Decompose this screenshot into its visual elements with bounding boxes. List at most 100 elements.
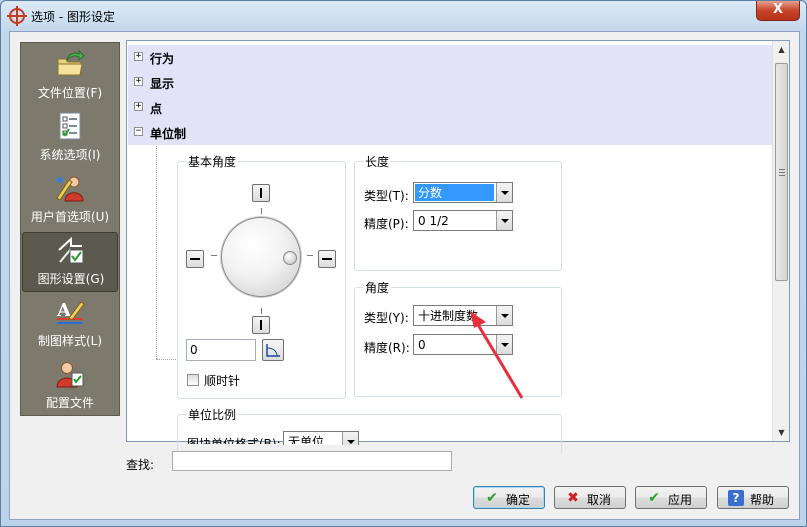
scroll-up-icon[interactable]: ▲ [773, 41, 790, 58]
crosshair-icon [7, 6, 27, 26]
title-bar: 选项 - 图形设定 X [1, 1, 806, 31]
group-title: 单位比例 [186, 406, 239, 423]
ok-label: 确定 [506, 493, 531, 507]
tree-node-behavior[interactable]: + 行为 [128, 45, 773, 70]
dialog-client-area: 文件位置(F) 系统选项(I) 用户首选项(U) 图形设置(G) A 制图样式(… [9, 31, 800, 520]
length-type-label: 类型(T): [364, 189, 409, 203]
length-precision-select[interactable]: 0 1/2 [413, 210, 513, 231]
tree-node-point[interactable]: + 点 [128, 95, 773, 120]
window-title: 选项 - 图形设定 [31, 10, 115, 24]
group-title: 角度 [363, 279, 392, 296]
apply-check-icon: ✔ [648, 490, 660, 506]
length-precision-label: 精度(P): [364, 217, 409, 231]
angle-precision-select[interactable]: 0 [413, 334, 513, 355]
options-dialog: 选项 - 图形设定 X 文件位置(F) 系统选项(I) 用户首选项(U) 图形设… [0, 0, 807, 527]
ok-button[interactable]: ✔ 确定 [473, 486, 545, 509]
nav-item-system-options[interactable]: 系统选项(I) [22, 109, 118, 169]
nav-label: 制图样式(L) [37, 334, 103, 348]
length-type-select[interactable]: 分数 [413, 182, 513, 203]
tree-node-display[interactable]: + 显示 [128, 70, 773, 95]
chevron-down-icon[interactable] [496, 306, 512, 325]
nav-item-file-locations[interactable]: 文件位置(F) [22, 47, 118, 107]
category-nav: 文件位置(F) 系统选项(I) 用户首选项(U) 图形设置(G) A 制图样式(… [20, 42, 120, 416]
graphics-settings-icon [58, 236, 84, 264]
nav-label: 系统选项(I) [39, 148, 101, 162]
x-icon: ✖ [567, 490, 579, 506]
close-button[interactable]: X [756, 1, 800, 21]
nav-item-drawing-style[interactable]: A 制图样式(L) [22, 295, 118, 355]
help-button[interactable]: ? 帮助 [717, 486, 789, 509]
angle-type-value: 十进制度数 [418, 309, 479, 323]
nav-label: 用户首选项(U) [30, 210, 110, 224]
grip-icon [779, 169, 785, 176]
checkmark-icon: ✔ [486, 490, 498, 506]
expand-toggle[interactable]: + [134, 77, 143, 86]
user-profile-icon [56, 362, 84, 388]
base-angle-input[interactable]: 0 [186, 339, 256, 361]
angle-dial[interactable] [221, 217, 301, 297]
collapse-toggle[interactable]: − [134, 127, 143, 136]
tree-node-label: 单位制 [150, 127, 187, 141]
nav-label: 图形设置(G) [37, 272, 105, 286]
cancel-button[interactable]: ✖ 取消 [554, 486, 626, 509]
angle-270-button[interactable] [252, 316, 270, 334]
chevron-down-icon[interactable] [496, 211, 512, 230]
unit-scale-group: 单位比例 图块单位格式(B): 无单位 [177, 406, 562, 454]
help-label: 帮助 [750, 493, 775, 507]
angle-pick-button[interactable] [262, 339, 284, 361]
clockwise-label: 顺时针 [204, 374, 241, 388]
angle-180-button[interactable] [186, 250, 204, 268]
angle-pick-icon [266, 344, 280, 357]
scrollbar-thumb[interactable] [775, 63, 788, 281]
expand-toggle[interactable]: + [134, 52, 143, 61]
folder-arrow-icon [57, 50, 85, 76]
dial-tick [261, 208, 262, 214]
help-icon: ? [728, 490, 744, 506]
angle-precision-label: 精度(R): [364, 341, 410, 355]
angle-0-button[interactable] [318, 250, 336, 268]
nav-item-user-preferences[interactable]: 用户首选项(U) [22, 171, 118, 231]
block-unit-format-value: 无单位 [288, 435, 325, 444]
tree-node-label: 显示 [150, 77, 175, 91]
angle-90-button[interactable] [252, 184, 270, 202]
dial-tick [211, 255, 217, 256]
tree-node-label: 点 [150, 102, 163, 116]
apply-button[interactable]: ✔ 应用 [635, 486, 707, 509]
base-angle-group: 基本角度 0 顺时针 [177, 153, 346, 399]
expand-toggle[interactable]: + [134, 102, 143, 111]
dial-tick [261, 308, 262, 314]
settings-panel: + 行为 + 显示 + 点 − 单位制 基本角度 0 顺时针 长度 类型(T):… [126, 40, 790, 454]
length-type-value: 分数 [415, 184, 494, 201]
angle-precision-value: 0 [418, 338, 426, 352]
group-title: 长度 [363, 153, 392, 170]
angle-group: 角度 类型(Y): 十进制度数 精度(R): 0 [354, 279, 562, 397]
nav-item-graphics-settings[interactable]: 图形设置(G) [22, 232, 118, 292]
scroll-down-icon[interactable]: ▼ [773, 424, 790, 441]
tree-node-label: 行为 [150, 52, 175, 66]
search-label: 查找: [126, 458, 155, 472]
clockwise-checkbox[interactable] [187, 374, 199, 386]
nav-label: 文件位置(F) [37, 86, 103, 100]
tree-guide-line [156, 359, 176, 360]
angle-type-select[interactable]: 十进制度数 [413, 305, 513, 326]
tree-node-units[interactable]: − 单位制 [128, 120, 773, 145]
search-input[interactable] [172, 451, 452, 471]
chevron-down-icon[interactable] [496, 183, 512, 202]
length-group: 长度 类型(T): 分数 精度(P): 0 1/2 [354, 153, 562, 271]
tree-guide-line [156, 146, 157, 359]
nav-item-profile[interactable]: 配置文件 [22, 357, 118, 417]
dial-handle[interactable] [283, 251, 297, 265]
chevron-down-icon[interactable] [496, 335, 512, 354]
block-unit-format-label: 图块单位格式(B): [187, 437, 281, 444]
dial-tick [307, 255, 313, 256]
group-title: 基本角度 [186, 153, 239, 170]
block-unit-format-select[interactable]: 无单位 [283, 431, 359, 445]
checklist-icon [59, 112, 81, 140]
angle-type-label: 类型(Y): [364, 311, 409, 325]
text-style-icon: A [56, 300, 85, 324]
vertical-scrollbar[interactable]: ▲ ▼ [772, 41, 789, 441]
chevron-down-icon[interactable] [342, 432, 358, 445]
cancel-label: 取消 [587, 493, 612, 507]
length-precision-value: 0 1/2 [418, 214, 449, 228]
nav-label: 配置文件 [45, 396, 94, 410]
